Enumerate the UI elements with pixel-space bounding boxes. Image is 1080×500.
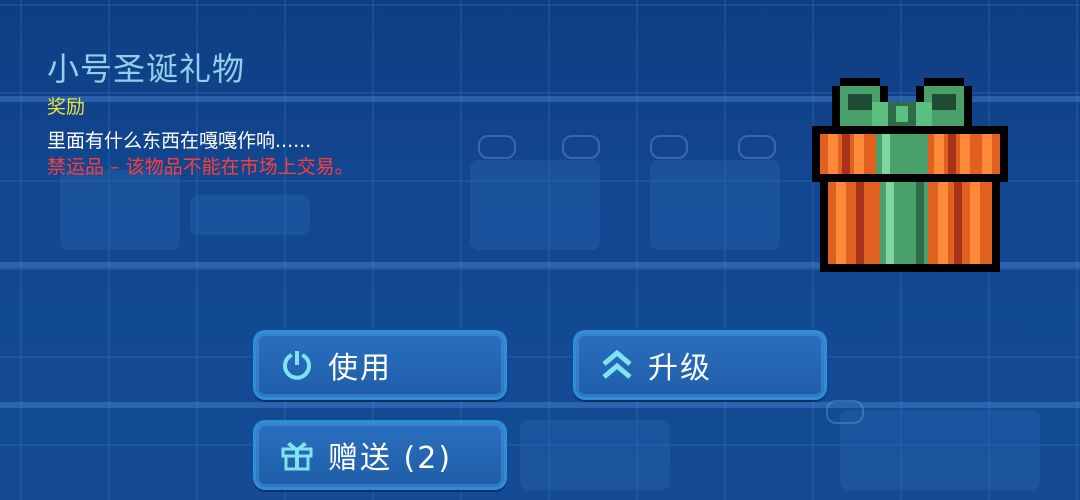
background-badge: [650, 135, 688, 159]
item-title: 小号圣诞礼物: [47, 50, 246, 88]
use-button[interactable]: 使用: [253, 330, 507, 400]
background-divider: [0, 402, 1080, 408]
background-tile: [60, 170, 180, 250]
background-tile: [840, 410, 1040, 490]
upgrade-button[interactable]: 升级: [573, 330, 827, 400]
background-badge: [826, 400, 864, 424]
power-icon: [283, 351, 311, 380]
upgrade-button-label: 升级: [648, 351, 712, 386]
trade-restriction-warning: 禁运品 – 该物品不能在市场上交易。: [47, 156, 354, 178]
gift-button[interactable]: 赠送 (2): [253, 420, 507, 490]
item-detail-panel: 小号圣诞礼物 奖励 里面有什么东西在嘎嘎作响...... 禁运品 – 该物品不能…: [0, 0, 1080, 500]
item-description: 里面有什么东西在嘎嘎作响......: [47, 130, 312, 152]
background-tile: [520, 420, 670, 490]
use-button-label: 使用: [328, 351, 392, 386]
gift-button-label: 赠送 (2): [328, 441, 453, 476]
double-chevron-up-icon: [602, 349, 632, 379]
background-tile: [470, 160, 600, 250]
background-tile: [190, 195, 310, 235]
background-badge: [478, 135, 516, 159]
background-tile: [650, 160, 780, 250]
background-badge: [562, 135, 600, 159]
gift-icon: [281, 442, 313, 471]
background-badge: [738, 135, 776, 159]
gift-box-icon: [812, 78, 1008, 272]
item-category: 奖励: [47, 96, 86, 118]
